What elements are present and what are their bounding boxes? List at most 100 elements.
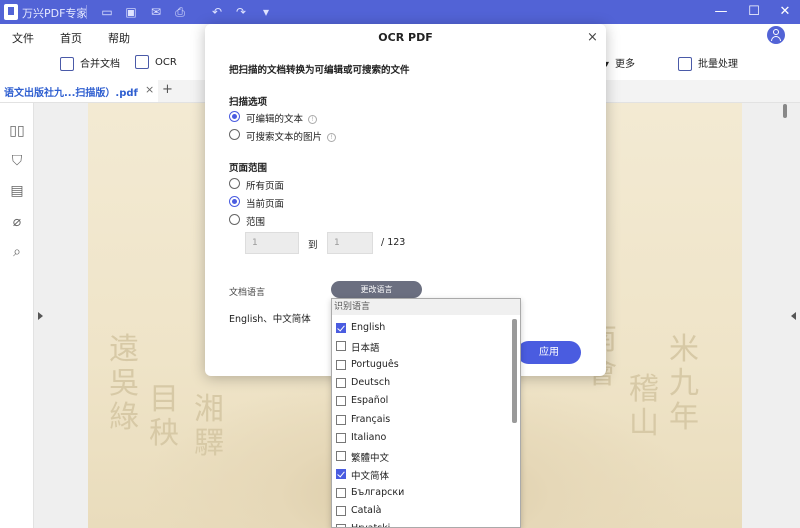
app-logo-icon bbox=[4, 4, 18, 20]
document-tab-label: 语文出版社九...扫描版）.pdf bbox=[4, 88, 138, 99]
checkbox[interactable] bbox=[336, 487, 346, 498]
radio-button[interactable] bbox=[229, 129, 240, 140]
radio-button[interactable] bbox=[229, 196, 240, 207]
language-option-label: 中文简体 bbox=[351, 471, 390, 483]
checkbox[interactable] bbox=[336, 451, 346, 462]
calligraphy-decoration: 遠吳綠 bbox=[109, 332, 139, 435]
title-separator bbox=[86, 5, 87, 19]
language-option[interactable]: Español bbox=[334, 392, 509, 410]
batch-button[interactable]: 批量处理 bbox=[678, 55, 738, 71]
checkbox[interactable] bbox=[336, 377, 346, 388]
change-language-button[interactable]: 更改语言 bbox=[331, 281, 422, 298]
language-option[interactable]: Deutsch bbox=[334, 374, 509, 392]
combine-button[interactable]: 合并文档 bbox=[60, 55, 120, 71]
checkbox[interactable] bbox=[336, 323, 346, 333]
language-option[interactable]: 繁體中文 bbox=[334, 447, 509, 465]
info-icon: ! bbox=[308, 115, 318, 124]
radio-label: 范围 bbox=[246, 217, 266, 228]
save-icon[interactable]: ▣ bbox=[124, 5, 138, 19]
calligraphy-decoration: 湘驛 bbox=[194, 392, 224, 461]
language-option[interactable]: Français bbox=[334, 411, 509, 429]
range-to-label: 到 bbox=[308, 240, 318, 251]
checkbox[interactable] bbox=[336, 432, 346, 443]
quick-access-dropdown-icon[interactable]: ▾ bbox=[259, 5, 273, 19]
language-option-label: Български bbox=[351, 486, 405, 498]
language-option[interactable]: Português bbox=[334, 356, 509, 374]
radio-button[interactable] bbox=[229, 214, 240, 225]
language-option-label: Hrvatski bbox=[351, 523, 390, 527]
language-dropdown-scrollbar[interactable] bbox=[512, 319, 517, 423]
language-dropdown: 识别语言 English 日本語 Português Deutsch Español Fr… bbox=[331, 298, 521, 528]
radio-button[interactable] bbox=[229, 111, 240, 122]
dialog-description: 把扫描的文档转换为可编辑或可搜索的文件 bbox=[229, 65, 410, 76]
menu-file[interactable]: 文件 bbox=[12, 30, 34, 46]
bookmark-icon[interactable]: ⛉ bbox=[9, 153, 25, 169]
radio-label: 可搜索文本的图片! bbox=[246, 129, 337, 143]
ocr-icon bbox=[135, 55, 149, 69]
range-total: / 123 bbox=[381, 237, 406, 248]
checkbox[interactable] bbox=[336, 359, 346, 370]
page-range-title: 页面范围 bbox=[229, 163, 268, 174]
language-option[interactable]: 中文简体 bbox=[334, 465, 509, 483]
language-option[interactable]: Italiano bbox=[334, 429, 509, 447]
batch-icon bbox=[678, 57, 692, 71]
language-option[interactable]: 日本語 bbox=[334, 337, 509, 355]
undo-icon[interactable]: ↶ bbox=[210, 5, 224, 19]
language-option-label: 繁體中文 bbox=[351, 453, 390, 465]
print-icon[interactable]: ⎙ bbox=[173, 5, 187, 19]
language-option-label: Português bbox=[351, 358, 399, 370]
calligraphy-decoration: 稽山 bbox=[629, 372, 659, 441]
checkbox[interactable] bbox=[336, 341, 346, 352]
mail-icon[interactable]: ✉ bbox=[149, 5, 163, 19]
language-option[interactable]: Български bbox=[334, 484, 509, 502]
menu-home[interactable]: 首页 bbox=[60, 30, 82, 46]
current-languages: English、中文简体 bbox=[229, 314, 311, 325]
title-bar: 万兴PDF专家 ▭ ▣ ✉ ⎙ ↶ ↷ ▾ — ☐ ✕ bbox=[0, 0, 800, 24]
checkbox[interactable] bbox=[336, 396, 346, 407]
scan-options-title: 扫描选项 bbox=[229, 97, 268, 108]
folder-icon[interactable]: ▭ bbox=[100, 5, 114, 19]
doc-language-label: 文档语言 bbox=[229, 288, 266, 298]
dialog-close-icon[interactable]: × bbox=[587, 30, 598, 45]
language-option[interactable]: Hrvatski bbox=[334, 520, 509, 527]
language-option-label: Deutsch bbox=[351, 376, 391, 388]
apply-button[interactable]: 应用 bbox=[517, 341, 581, 364]
comment-icon[interactable]: ▤ bbox=[9, 183, 25, 199]
add-tab-icon[interactable]: + bbox=[162, 82, 173, 97]
tab-close-icon[interactable]: × bbox=[145, 83, 154, 96]
range-to-input[interactable]: 1 bbox=[327, 232, 373, 254]
app-title: 万兴PDF专家 bbox=[22, 7, 88, 20]
minimize-button[interactable]: — bbox=[706, 0, 736, 24]
dialog-title: OCR PDF bbox=[378, 31, 433, 44]
thumbnails-icon[interactable]: ▯▯ bbox=[9, 123, 25, 139]
language-option[interactable]: Català bbox=[334, 502, 509, 520]
maximize-button[interactable]: ☐ bbox=[739, 0, 769, 24]
info-icon: ! bbox=[327, 133, 337, 142]
radio-label: 当前页面 bbox=[246, 199, 285, 210]
collapse-left-icon[interactable] bbox=[38, 312, 43, 320]
checkbox[interactable] bbox=[336, 469, 346, 480]
language-option-label: Français bbox=[351, 413, 391, 425]
ocr-button[interactable]: OCR bbox=[135, 55, 177, 69]
range-from-input[interactable]: 1 bbox=[245, 232, 299, 254]
calligraphy-decoration: 米九年 bbox=[669, 332, 699, 435]
attachment-icon[interactable]: ⌀ bbox=[9, 214, 25, 230]
checkbox[interactable] bbox=[336, 524, 346, 527]
user-account-icon[interactable] bbox=[767, 26, 785, 44]
radio-label: 可编辑的文本! bbox=[246, 111, 318, 125]
menu-help[interactable]: 帮助 bbox=[108, 30, 130, 46]
search-icon[interactable]: ⌕ bbox=[9, 244, 25, 260]
collapse-right-icon[interactable] bbox=[791, 312, 796, 320]
language-option[interactable]: English bbox=[334, 319, 509, 337]
document-tab[interactable]: 语文出版社九...扫描版）.pdf × bbox=[0, 80, 158, 102]
redo-icon[interactable]: ↷ bbox=[234, 5, 248, 19]
radio-button[interactable] bbox=[229, 178, 240, 189]
checkbox[interactable] bbox=[336, 506, 346, 516]
close-window-button[interactable]: ✕ bbox=[770, 0, 800, 24]
language-option-label: 日本語 bbox=[351, 343, 380, 355]
more-button[interactable]: ▾ 更多 bbox=[604, 55, 635, 70]
language-option-label: Español bbox=[351, 395, 389, 407]
document-scrollbar[interactable] bbox=[783, 104, 787, 118]
checkbox[interactable] bbox=[336, 414, 346, 425]
language-option-label: English bbox=[351, 322, 386, 333]
